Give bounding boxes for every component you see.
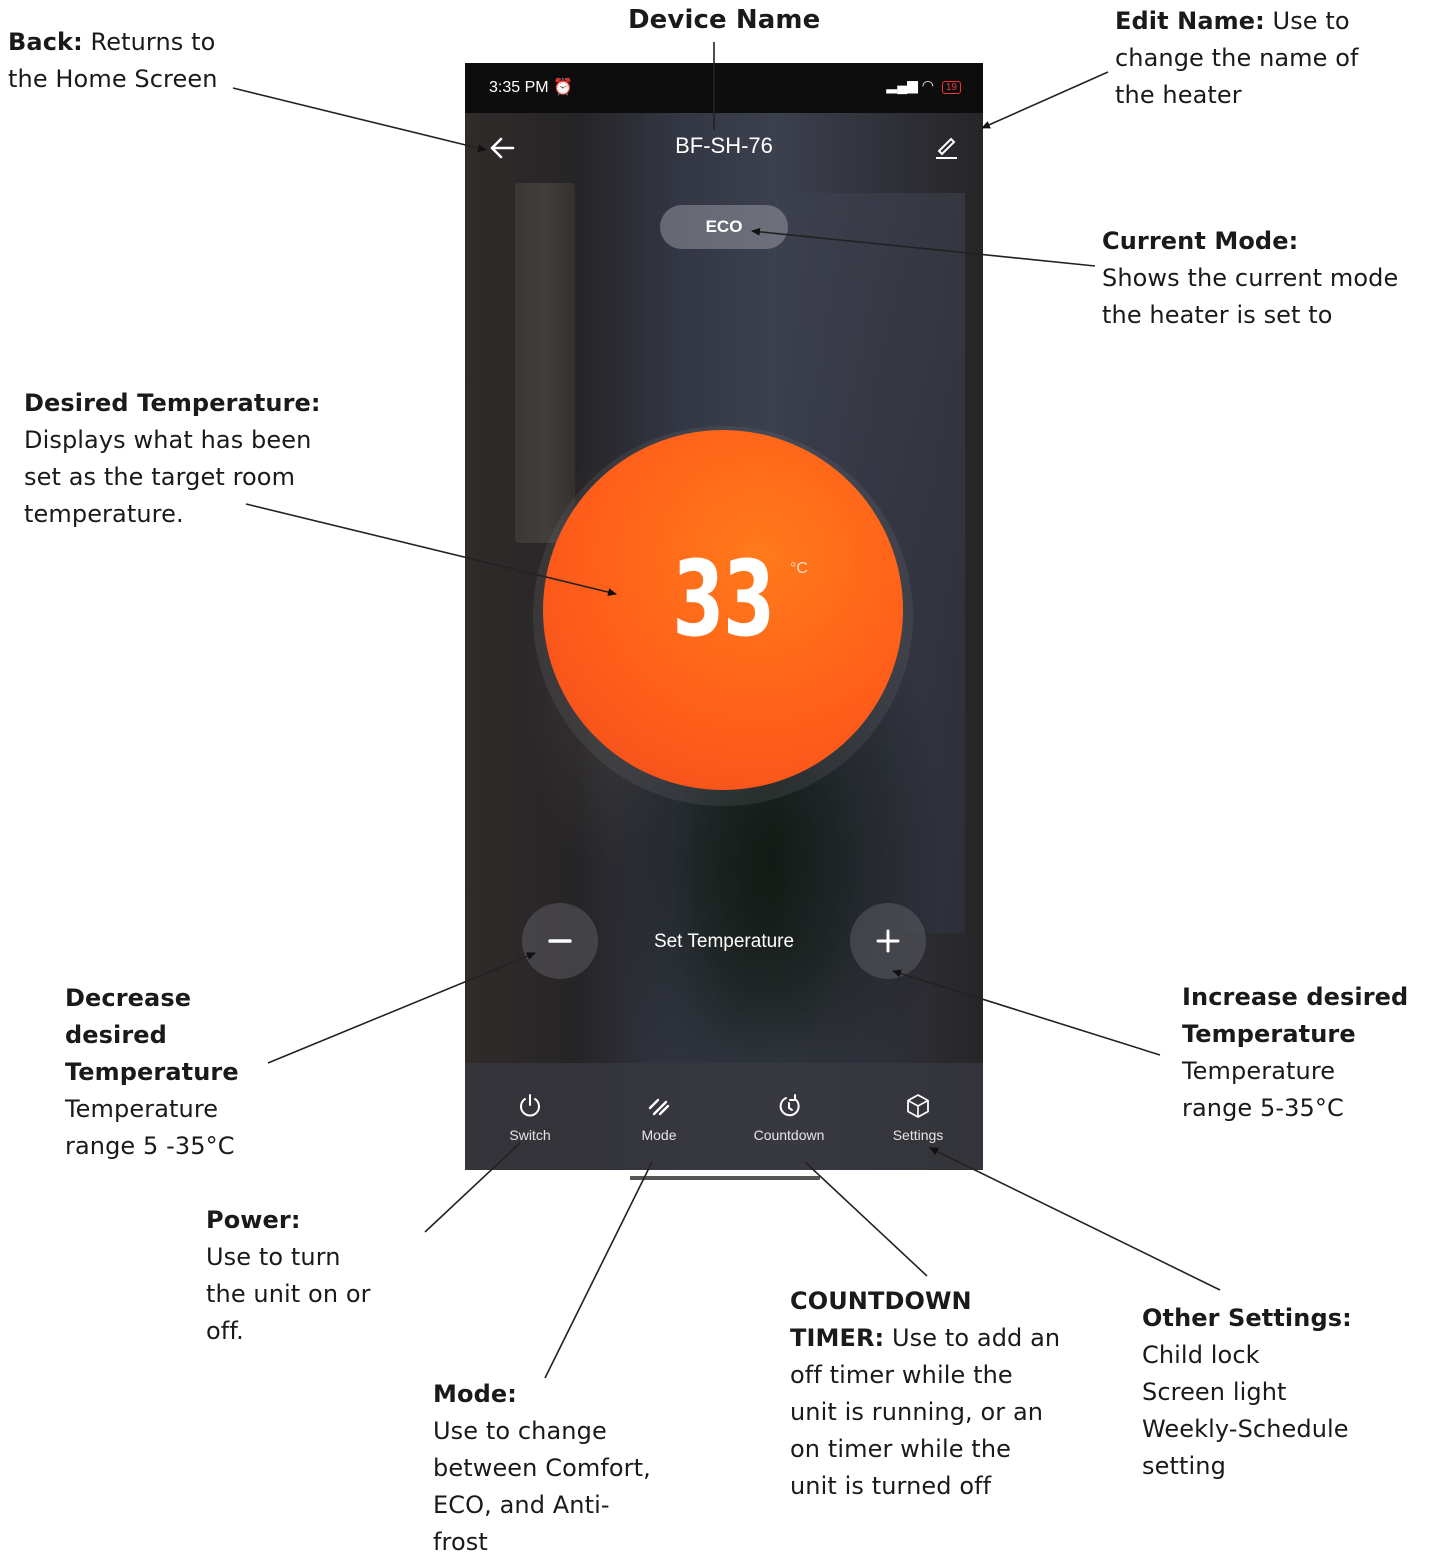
annotation-title: Other Settings: xyxy=(1142,1304,1352,1332)
tab-mode-label: Mode xyxy=(641,1127,677,1143)
status-time: 3:35 PM ⏰ xyxy=(489,77,573,97)
other-settings-annotation: Other Settings: Child lock Screen light … xyxy=(1142,1300,1352,1485)
current-mode-badge: ECO xyxy=(660,205,788,249)
countdown-icon xyxy=(779,1094,800,1117)
back-annotation: Back: Returns to the Home Screen xyxy=(8,24,248,98)
annotation-text-line: unit is turned off xyxy=(790,1472,992,1500)
tab-countdown-label: Countdown xyxy=(753,1127,825,1143)
annotation-text-line: Weekly-Schedule xyxy=(1142,1415,1349,1443)
edit-name-leader xyxy=(981,71,1109,129)
tab-switch-label: Switch xyxy=(509,1127,551,1143)
plus-icon xyxy=(876,929,900,953)
annotation-text-line: unit is running, or an xyxy=(790,1398,1044,1426)
tab-mode[interactable]: Mode xyxy=(604,1077,714,1157)
countdown-annotation: COUNTDOWN TIMER: Use to add an off timer… xyxy=(790,1283,1080,1505)
status-bar: 3:35 PM ⏰ ▂▄▆ ◠ 19 xyxy=(465,63,983,113)
annotation-title: Edit Name: xyxy=(1115,7,1265,35)
annotation-text-line: range 5-35°C xyxy=(1182,1094,1344,1122)
annotation-text-line: on timer while the xyxy=(790,1435,1011,1463)
power-icon xyxy=(520,1094,540,1117)
annotation-text-line: Child lock xyxy=(1142,1341,1260,1369)
mode-leader xyxy=(544,1161,653,1379)
wifi-icon: ◠ xyxy=(921,77,934,93)
desired-temperature-annotation: Desired Temperature: Displays what has b… xyxy=(24,385,324,533)
annotation-text-line: Use to change xyxy=(433,1417,607,1445)
annotation-text: Shows the current mode the heater is set… xyxy=(1102,264,1399,329)
countdown-leader xyxy=(804,1161,928,1277)
annotation-text-line: Use to turn xyxy=(206,1243,341,1271)
battery-icon: 19 xyxy=(941,81,961,94)
annotation-text-line: setting xyxy=(1142,1452,1226,1480)
settings-icon xyxy=(907,1094,929,1118)
annotation-text: Use to add an xyxy=(892,1324,1061,1352)
app-screen: 3:35 PM ⏰ ▂▄▆ ◠ 19 BF-SH-76 ECO 33 °C Se… xyxy=(465,63,983,1170)
temperature-unit: °C xyxy=(790,560,808,577)
temperature-value: 33 xyxy=(672,538,775,660)
increase-annotation: Increase desired Temperature Temperature … xyxy=(1182,979,1408,1127)
annotation-text-line: frost xyxy=(433,1528,488,1556)
annotation-text-line: Temperature xyxy=(1182,1057,1336,1085)
alarm-icon: ⏰ xyxy=(553,79,573,96)
device-name-title: BF-SH-76 xyxy=(675,133,773,158)
pencil-icon xyxy=(936,137,957,159)
power-annotation: Power: Use to turn the unit on or off. xyxy=(206,1202,371,1350)
annotation-text-line: the unit on or xyxy=(206,1280,371,1308)
annotation-title: Device Name xyxy=(628,5,821,35)
annotation-text-line: off. xyxy=(206,1317,244,1345)
annotation-title-line: Increase desired xyxy=(1182,983,1409,1011)
annotation-text-line: Temperature xyxy=(65,1095,219,1123)
current-mode-annotation: Current Mode: Shows the current mode the… xyxy=(1102,223,1402,334)
annotation-text-line: range 5 -35°C xyxy=(65,1132,235,1160)
tab-settings-label: Settings xyxy=(892,1127,944,1143)
home-indicator xyxy=(630,1176,820,1180)
annotation-text: Displays what has been set as the target… xyxy=(24,426,312,528)
edit-name-annotation: Edit Name: Use to change the name of the… xyxy=(1115,3,1385,114)
annotation-title: TIMER: xyxy=(790,1324,885,1352)
annotation-title-line: Temperature xyxy=(65,1058,239,1086)
annotation-title: Mode: xyxy=(433,1380,517,1408)
annotation-title: Back: xyxy=(8,28,83,56)
decrease-annotation: Decrease desired Temperature Temperature r… xyxy=(65,980,239,1165)
annotation-text-line: between Comfort, xyxy=(433,1454,651,1482)
annotation-text-line: Screen light xyxy=(1142,1378,1287,1406)
tab-settings[interactable]: Settings xyxy=(863,1077,973,1157)
annotation-text-line: ECO, and Anti- xyxy=(433,1491,610,1519)
signal-icon: ▂▄▆ xyxy=(886,77,918,93)
tab-countdown[interactable]: Countdown xyxy=(734,1077,844,1157)
annotation-text-line: off timer while the xyxy=(790,1361,1013,1389)
annotation-title: COUNTDOWN xyxy=(790,1287,972,1315)
annotation-title-line: desired xyxy=(65,1021,167,1049)
temperature-display: 33 °C xyxy=(543,430,903,790)
edit-name-button[interactable] xyxy=(931,131,961,161)
tab-switch[interactable]: Switch xyxy=(475,1077,585,1157)
annotation-title: Power: xyxy=(206,1206,301,1234)
status-time-text: 3:35 PM xyxy=(489,79,549,96)
annotation-title-line: Decrease xyxy=(65,984,192,1012)
device-name-annotation: Device Name xyxy=(628,2,820,39)
annotation-title: Current Mode: xyxy=(1102,227,1299,255)
bottom-tab-bar: Switch Mode Countdown Settings xyxy=(465,1063,983,1170)
mode-annotation: Mode: Use to change between Comfort, ECO… xyxy=(433,1376,651,1561)
increase-temperature-button[interactable] xyxy=(850,903,926,979)
back-leader xyxy=(232,87,487,152)
status-icons: ▂▄▆ ◠ 19 xyxy=(886,77,961,94)
top-nav: BF-SH-76 xyxy=(465,113,983,183)
mode-icon xyxy=(648,1098,670,1116)
annotation-title: Desired Temperature: xyxy=(24,389,321,417)
annotation-title-line: Temperature xyxy=(1182,1020,1356,1048)
